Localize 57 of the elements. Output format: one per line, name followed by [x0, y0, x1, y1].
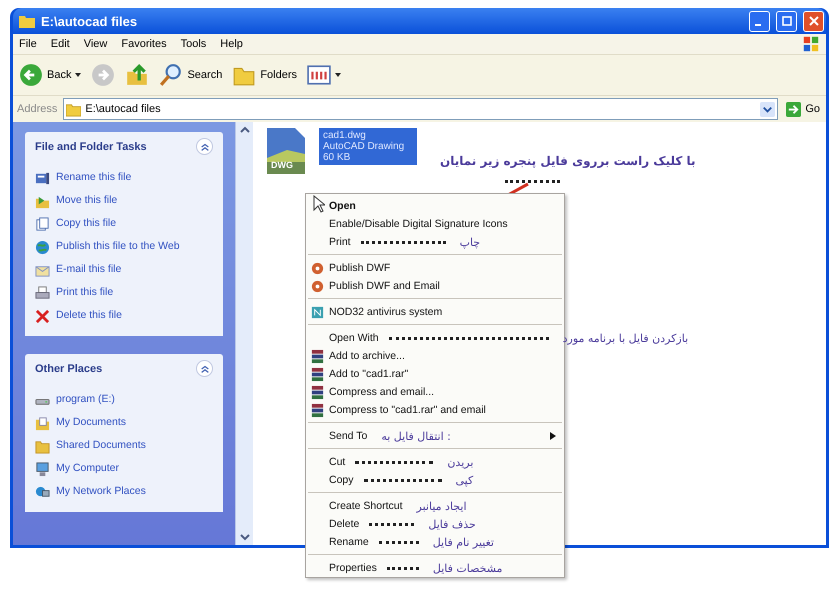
menu-item[interactable]: NOD32 antivirus system [310, 303, 442, 321]
menu-item[interactable]: File [19, 38, 37, 50]
menu-item[interactable]: Open [310, 197, 356, 215]
menu-item[interactable]: View [84, 38, 108, 50]
go-button[interactable]: Go [784, 102, 822, 116]
task-link[interactable]: E-mail this file [56, 263, 122, 276]
menu-item[interactable]: Copy [310, 471, 354, 489]
task-link[interactable]: Publish this file to the Web [56, 240, 180, 253]
menu-item[interactable]: Send To [310, 427, 368, 445]
menu-item[interactable]: Add to "cad1.rar" [310, 365, 408, 383]
menu-item[interactable]: Rename [310, 533, 369, 551]
annotation-text: کپی [456, 474, 474, 486]
task-link[interactable]: Shared Documents [56, 439, 146, 452]
menu-item[interactable]: Publish DWF [310, 259, 390, 277]
address-field[interactable]: E:\autocad files [63, 98, 778, 120]
menu-item[interactable]: Help [220, 38, 243, 50]
annotation-text: ایجاد میانبر [416, 500, 467, 512]
annotation-text: : انتقال فایل به [381, 430, 451, 442]
annotation-text: حذف فایل [428, 518, 476, 530]
callout-text: با کلیک راست برروی فایل پنجره زیر نمایان [440, 154, 696, 168]
menu-item[interactable]: Cut [310, 453, 346, 471]
annotation-text: تغییر نام فایل [432, 536, 494, 548]
file-type-label: DWG [271, 160, 293, 170]
menu-item[interactable]: Properties [310, 559, 377, 577]
menu-item[interactable]: Delete [310, 515, 360, 533]
task-link[interactable]: Delete this file [56, 309, 122, 322]
task-link[interactable]: My Computer [56, 462, 120, 475]
task-link[interactable]: Print this file [56, 286, 114, 299]
task-link[interactable]: program (E:) [56, 393, 115, 406]
menu-item[interactable]: Add to archive... [310, 347, 405, 365]
folders-button[interactable]: Folders [232, 63, 298, 87]
menu-item[interactable]: Publish DWF and Email [310, 277, 440, 295]
annotation-text: بریدن [447, 456, 474, 468]
task-link[interactable]: Copy this file [56, 217, 116, 230]
panel-title: File and Folder Tasks [35, 140, 147, 152]
back-button[interactable]: Back [19, 63, 82, 87]
menu-item[interactable]: Favorites [121, 38, 167, 50]
task-link[interactable]: Rename this file [56, 171, 132, 184]
menu-item[interactable]: Enable/Disable Digital Signature Icons [310, 215, 508, 233]
menu-item[interactable]: Open With [310, 329, 379, 347]
task-link[interactable]: Move this file [56, 194, 118, 207]
search-button[interactable]: Search [159, 63, 222, 87]
menu-item[interactable]: Compress and email... [310, 383, 434, 401]
menu-item[interactable]: Compress to "cad1.rar" and email [310, 401, 486, 419]
address-label: Address [17, 103, 58, 115]
annotation-text: چاپ [460, 236, 480, 248]
annotation-text: مشخصات فایل [432, 562, 502, 574]
annotation-text: بازکردن فایل با برنامه مورد [562, 332, 688, 344]
window-title: E:\autocad files [41, 14, 138, 28]
menu-item[interactable]: Tools [180, 38, 206, 50]
menu-item[interactable]: Print [310, 233, 351, 251]
menu-item[interactable]: Edit [50, 38, 70, 50]
panel-title: Other Places [35, 362, 102, 374]
file-label[interactable]: cad1.dwg AutoCAD Drawing 60 KB [319, 128, 417, 165]
menu-item[interactable]: Create Shortcut [310, 497, 403, 515]
task-link[interactable]: My Documents [56, 416, 126, 429]
task-link[interactable]: My Network Places [56, 485, 146, 498]
